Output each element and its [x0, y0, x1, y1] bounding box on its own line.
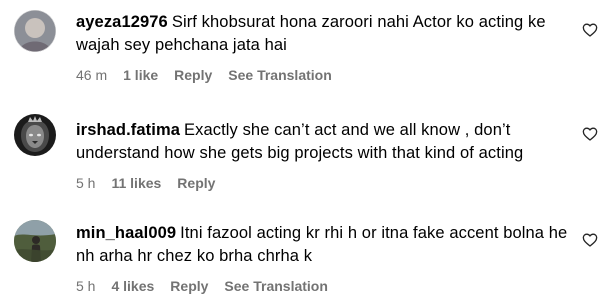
comment-meta: 5 h 11 likes Reply: [76, 174, 570, 192]
comment-username[interactable]: ayeza12976: [76, 13, 168, 31]
comments-list: ayeza12976 Sirf khobsurat hona zaroori na…: [0, 0, 607, 295]
reply-button[interactable]: Reply: [174, 66, 212, 84]
like-button[interactable]: [581, 125, 599, 143]
comment-likes-link[interactable]: 11 likes: [111, 174, 161, 192]
comment-likes-link[interactable]: 1 like: [123, 66, 158, 84]
comment-time[interactable]: 5 h: [76, 174, 95, 192]
comment-meta: 5 h 4 likes Reply See Translation: [76, 277, 570, 295]
comment-body: irshad.fatima Exactly she can’t act and w…: [76, 119, 570, 192]
comment-body: ayeza12976 Sirf khobsurat hona zaroori na…: [76, 11, 570, 84]
comment-text-block: min_haal009 Itni fazool acting kr rhi h o…: [76, 222, 570, 268]
avatar[interactable]: [14, 220, 56, 262]
reply-button[interactable]: Reply: [170, 277, 208, 295]
see-translation-button[interactable]: See Translation: [228, 66, 331, 84]
heart-outline-icon: [582, 233, 598, 247]
comment-likes-link[interactable]: 4 likes: [111, 277, 154, 295]
reply-button[interactable]: Reply: [177, 174, 215, 192]
comment-body: min_haal009 Itni fazool acting kr rhi h o…: [76, 222, 570, 295]
like-button[interactable]: [581, 231, 599, 249]
comment-meta: 46 m 1 like Reply See Translation: [76, 66, 570, 84]
avatar[interactable]: [14, 114, 56, 156]
comment-text-block: irshad.fatima Exactly she can’t act and w…: [76, 119, 570, 165]
lion-avatar-icon: [14, 114, 56, 156]
heart-outline-icon: [582, 127, 598, 141]
comment-username[interactable]: irshad.fatima: [76, 121, 180, 139]
outdoor-photo-avatar-icon: [14, 220, 56, 262]
comment-time[interactable]: 46 m: [76, 66, 107, 84]
comment-time[interactable]: 5 h: [76, 277, 95, 295]
heart-outline-icon: [582, 23, 598, 37]
avatar[interactable]: [14, 10, 56, 52]
see-translation-button[interactable]: See Translation: [224, 277, 327, 295]
comment-username[interactable]: min_haal009: [76, 224, 176, 242]
like-button[interactable]: [581, 21, 599, 39]
comment-text-block: ayeza12976 Sirf khobsurat hona zaroori na…: [76, 11, 570, 57]
default-profile-avatar-icon: [14, 10, 56, 52]
